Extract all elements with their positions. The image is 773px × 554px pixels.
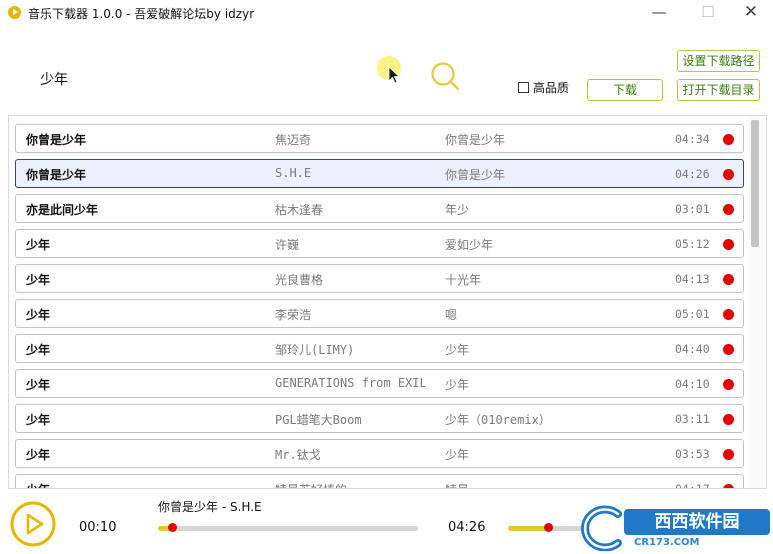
status-dot-icon — [723, 134, 734, 145]
song-title: 少年 — [26, 448, 51, 462]
song-row[interactable]: 亦是此间少年 枯木逢春 年少 03:01 — [15, 194, 744, 223]
song-artist: 枯木逢春 — [275, 203, 324, 217]
song-artist: 许巍 — [275, 238, 300, 252]
song-duration: 05:12 — [675, 237, 710, 251]
song-duration: 03:11 — [675, 412, 710, 426]
song-duration: 04:10 — [675, 377, 710, 391]
status-dot-icon — [723, 414, 734, 425]
song-list: 你曾是少年 焦迈奇 你曾是少年 04:34 你曾是少年 S.H.E 你曾是少年 04:26 亦是… — [15, 124, 744, 489]
app-play-icon — [8, 6, 21, 19]
song-duration: 04:34 — [675, 132, 710, 146]
status-dot-icon — [723, 309, 734, 320]
song-artist: 邹玲儿(LIMY) — [275, 343, 355, 357]
song-duration: 05:01 — [675, 307, 710, 321]
song-row[interactable]: 少年 GENERATIONS from EXILE 少年 04:10 — [15, 369, 744, 398]
song-duration: 04:40 — [675, 342, 710, 356]
volume-knob[interactable] — [544, 523, 553, 532]
song-title: 少年 — [26, 413, 51, 427]
watermark-logo-icon — [581, 505, 622, 551]
volume-fill — [508, 526, 548, 531]
song-artist: GENERATIONS from EXILE — [275, 376, 425, 390]
status-dot-icon — [723, 484, 734, 488]
progress-slider[interactable] — [158, 523, 418, 532]
song-row[interactable]: 你曾是少年 S.H.E 你曾是少年 04:26 — [15, 159, 744, 188]
watermark: 西西软件园 CR173.COM — [574, 505, 770, 551]
status-dot-icon — [723, 274, 734, 285]
song-album: 少年 — [445, 343, 470, 357]
scrollbar-thumb[interactable] — [751, 120, 759, 247]
song-title: 少年 — [26, 308, 51, 322]
download-button[interactable]: 下载 — [587, 79, 663, 101]
song-album: 年少 — [445, 203, 470, 217]
song-artist: 特曼若好棒的 — [275, 481, 425, 488]
song-title: 少年 — [26, 481, 266, 488]
maximize-button[interactable]: ☐ — [685, 0, 731, 26]
song-album: 十光年 — [445, 273, 482, 287]
play-button-icon[interactable] — [9, 500, 57, 548]
status-dot-icon — [723, 379, 734, 390]
open-download-dir-button[interactable]: 打开下载目录 — [677, 79, 760, 101]
search-input[interactable]: 少年 — [40, 69, 68, 89]
song-row[interactable]: 少年 特曼若好棒的 特曼 04:17 — [15, 474, 744, 489]
song-title: 你曾是少年 — [26, 133, 87, 147]
set-download-path-button[interactable]: 设置下载路径 — [677, 50, 760, 72]
watermark-text: 西西软件园 — [624, 509, 770, 535]
status-dot-icon — [723, 204, 734, 215]
watermark-url: CR173.COM — [634, 537, 700, 548]
song-row[interactable]: 少年 许巍 爱如少年 05:12 — [15, 229, 744, 258]
song-title: 少年 — [26, 378, 51, 392]
search-icon[interactable] — [428, 60, 462, 94]
song-artist: 焦迈奇 — [275, 133, 312, 147]
close-button[interactable]: ✕ — [728, 0, 773, 26]
now-playing-label: 你曾是少年 - S.H.E — [158, 500, 262, 514]
song-row[interactable]: 少年 Mr.钛戈 少年 03:53 — [15, 439, 744, 468]
song-album: 少年 — [445, 448, 470, 462]
status-dot-icon — [723, 449, 734, 460]
song-duration: 03:53 — [675, 447, 710, 461]
song-title: 少年 — [26, 343, 51, 357]
song-row[interactable]: 少年 邹玲儿(LIMY) 少年 04:40 — [15, 334, 744, 363]
song-artist: 光良曹格 — [275, 273, 324, 287]
minimize-button[interactable]: — — [636, 0, 682, 26]
song-artist: Mr.钛戈 — [275, 448, 321, 462]
window-title: 音乐下载器 1.0.0 - 吾爱破解论坛by idzyr — [28, 7, 255, 21]
song-album: 嗯 — [445, 308, 458, 322]
high-quality-checkbox[interactable]: 高品质 — [518, 79, 569, 96]
song-duration: 04:26 — [675, 167, 710, 181]
song-album: 少年（010remix） — [445, 413, 551, 427]
song-duration: 04:13 — [675, 272, 710, 286]
current-time: 00:10 — [79, 520, 117, 535]
status-dot-icon — [723, 169, 734, 180]
song-row[interactable]: 少年 PGL蜡笔大Boom 少年（010remix） 03:11 — [15, 404, 744, 433]
song-title: 亦是此间少年 — [26, 203, 99, 217]
song-artist: PGL蜡笔大Boom — [275, 413, 362, 427]
song-list-panel: 你曾是少年 焦迈奇 你曾是少年 04:34 你曾是少年 S.H.E 你曾是少年 04:26 亦是… — [8, 115, 767, 489]
song-title: 少年 — [26, 238, 51, 252]
checkbox-box[interactable] — [518, 82, 529, 93]
song-row[interactable]: 少年 李荣浩 嗯 05:01 — [15, 299, 744, 328]
song-album: 爱如少年 — [445, 238, 494, 252]
high-quality-label: 高品质 — [533, 81, 570, 95]
total-time: 04:26 — [448, 520, 486, 535]
progress-knob[interactable] — [168, 523, 178, 532]
song-duration: 03:01 — [675, 202, 710, 216]
song-row[interactable]: 少年 光良曹格 十光年 04:13 — [15, 264, 744, 293]
song-duration: 04:17 — [675, 482, 710, 489]
mouse-cursor-icon — [388, 66, 400, 84]
title-bar: 音乐下载器 1.0.0 - 吾爱破解论坛by idzyr — ☐ ✕ — [0, 0, 773, 26]
status-dot-icon — [723, 239, 734, 250]
song-album: 少年 — [445, 378, 470, 392]
song-title: 少年 — [26, 273, 51, 287]
song-title: 你曾是少年 — [26, 168, 87, 182]
song-album: 你曾是少年 — [445, 133, 506, 147]
song-artist: 李荣浩 — [275, 308, 312, 322]
status-dot-icon — [723, 344, 734, 355]
song-album: 特曼 — [445, 481, 645, 488]
song-artist: S.H.E — [275, 166, 312, 180]
song-album: 你曾是少年 — [445, 168, 506, 182]
song-row[interactable]: 你曾是少年 焦迈奇 你曾是少年 04:34 — [15, 124, 744, 153]
